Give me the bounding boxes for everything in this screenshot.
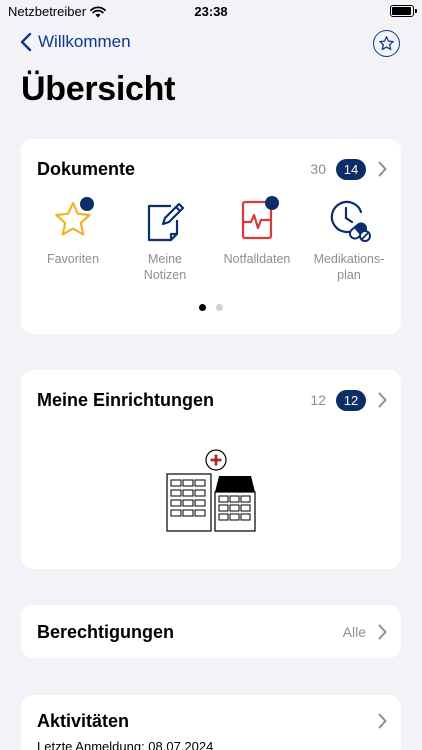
note-edit-icon <box>142 197 188 243</box>
shortcut-label: Medikations-plan <box>313 252 385 282</box>
page-dot-active <box>199 304 206 311</box>
permissions-card[interactable]: Berechtigungen Alle <box>21 605 401 658</box>
shortcut-notes[interactable]: Meine Notizen <box>119 197 211 283</box>
chevron-right-icon <box>378 161 387 177</box>
activities-title: Aktivitäten <box>37 710 130 731</box>
documents-badge: 14 <box>336 158 366 180</box>
chevron-right-icon <box>378 713 387 729</box>
chevron-right-icon <box>378 624 387 640</box>
permissions-value: Alle <box>342 624 366 640</box>
facilities-header[interactable]: Meine Einrichtungen 12 12 <box>37 388 387 412</box>
documents-header[interactable]: Dokumente 30 14 <box>37 157 387 181</box>
medication-plan-icon <box>326 197 372 243</box>
page-indicator[interactable] <box>21 304 401 311</box>
notification-dot <box>265 196 279 210</box>
favorite-button[interactable] <box>373 30 400 57</box>
battery-icon <box>390 5 417 17</box>
shortcut-emergency-data[interactable]: Notfalldaten <box>211 196 303 283</box>
facilities-card[interactable]: Meine Einrichtungen 12 12 <box>21 370 401 569</box>
last-login-text: Letzte Anmeldung: 08.07.2024 <box>37 739 214 750</box>
chevron-left-icon <box>20 32 32 52</box>
documents-total-count: 30 <box>310 161 326 177</box>
activities-header[interactable]: Aktivitäten <box>37 709 387 733</box>
facilities-title: Meine Einrichtungen <box>37 389 215 410</box>
shortcut-favorites[interactable]: Favoriten <box>27 197 119 283</box>
status-carrier: Netzbetreiber <box>8 4 106 19</box>
back-button-label: Willkommen <box>38 32 131 51</box>
carrier-label: Netzbetreiber <box>8 4 87 19</box>
facilities-badge: 12 <box>336 389 366 411</box>
star-icon <box>379 36 394 51</box>
notification-dot <box>80 197 94 211</box>
wifi-icon <box>90 5 106 17</box>
page-dot <box>216 304 223 311</box>
back-button[interactable]: Willkommen <box>20 32 131 52</box>
permissions-title: Berechtigungen <box>37 621 175 642</box>
shortcut-label: Favoriten <box>46 252 100 266</box>
star-icon <box>50 197 96 243</box>
documents-title: Dokumente <box>37 158 136 179</box>
shortcut-label: Meine Notizen <box>143 252 187 282</box>
shortcut-medication-plan[interactable]: Medikations-plan <box>303 197 395 283</box>
documents-shortcuts: Favoriten Meine Notizen Notfalldaten Med… <box>27 196 395 283</box>
activities-card[interactable]: Aktivitäten Letzte Anmeldung: 08.07.2024 <box>21 695 401 750</box>
chevron-right-icon <box>378 392 387 408</box>
facilities-total-count: 12 <box>310 392 326 408</box>
emergency-data-icon <box>234 196 280 243</box>
documents-card: Dokumente 30 14 Favoriten Meine Notizen … <box>21 139 401 334</box>
status-bar: Netzbetreiber 23:38 <box>0 0 422 24</box>
hospital-buildings-illustration <box>166 449 256 532</box>
permissions-row[interactable]: Berechtigungen Alle <box>37 620 387 644</box>
page-title: Übersicht <box>21 70 176 108</box>
shortcut-label: Notfalldaten <box>223 252 291 266</box>
battery-level <box>392 7 411 15</box>
